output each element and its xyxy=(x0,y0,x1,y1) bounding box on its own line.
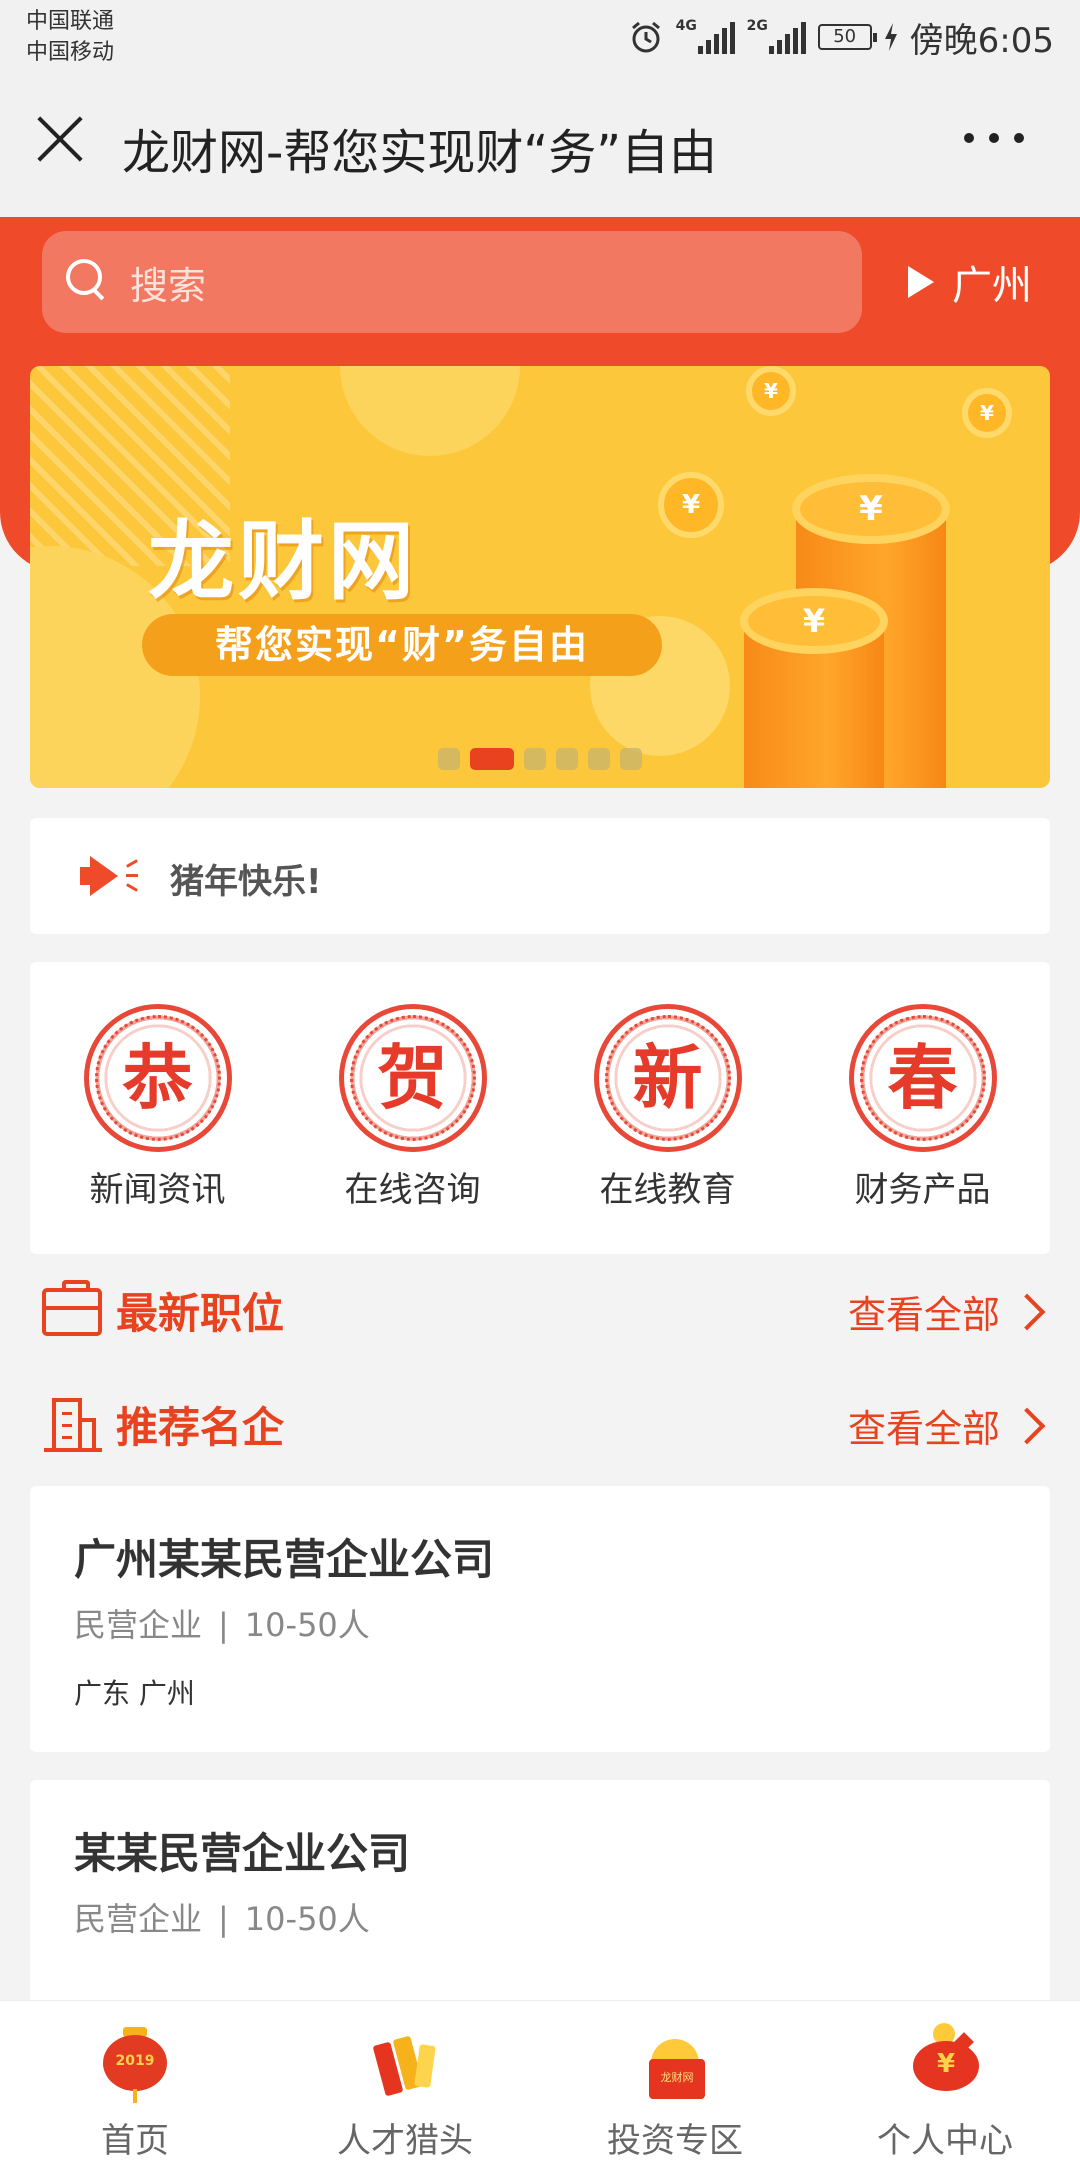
company-size: 10-50人 xyxy=(244,1606,370,1644)
announcement-bar[interactable]: 猪年快乐! xyxy=(30,818,1050,934)
carrier-name: 中国移动 xyxy=(26,40,115,65)
company-card[interactable]: 广州某某民营企业公司 民营企业 | 10-50人 广东 广州 xyxy=(30,1486,1050,1752)
more-button[interactable] xyxy=(964,133,1024,147)
banner-brand: 龙财网 xyxy=(148,512,418,612)
status-icons: 4G 2G 50 傍晚6:05 xyxy=(628,14,1054,61)
tab-profile[interactable]: ¥ 个人中心 xyxy=(810,2001,1080,2160)
charging-icon xyxy=(884,23,897,51)
view-all-companies-link[interactable]: 查看全部 xyxy=(847,1398,1046,1453)
section-header-jobs: 最新职位 查看全部 xyxy=(0,1270,1080,1350)
tab-headhunter[interactable]: 人才猎头 xyxy=(270,2001,540,2160)
carrier-name: 中国联通 xyxy=(26,9,115,34)
gold-gift-icon: 龙财网 xyxy=(635,2023,715,2103)
tab-label: 投资专区 xyxy=(607,2121,743,2160)
section-header-companies: 推荐名企 查看全部 xyxy=(0,1384,1080,1464)
view-all-label: 查看全部 xyxy=(847,1293,1000,1337)
chevron-right-icon xyxy=(1008,1293,1046,1330)
coin-icon: ¥ xyxy=(658,472,724,538)
banner-slogan: 帮您实现“财”务自由 xyxy=(142,614,662,676)
tab-label: 首页 xyxy=(101,2121,169,2160)
megaphone-icon xyxy=(80,856,140,896)
chevron-right-icon xyxy=(1008,1407,1046,1444)
section-title: 推荐名企 xyxy=(116,1403,285,1452)
more-dot xyxy=(989,133,999,143)
close-button[interactable] xyxy=(34,113,86,165)
view-all-label: 查看全部 xyxy=(847,1407,1000,1451)
carousel-dot-active[interactable] xyxy=(470,748,514,770)
tab-home[interactable]: 2019 首页 xyxy=(0,2001,270,2160)
search-input[interactable]: 搜索 xyxy=(42,231,862,333)
meta-separator: | xyxy=(218,1606,229,1644)
company-location: 广东 广州 xyxy=(74,1677,195,1710)
grid-item-products[interactable]: 春 财务产品 xyxy=(795,962,1050,1254)
bottom-tab-bar: 2019 首页 人才猎头 龙财网 投资专区 ¥ 个人中心 xyxy=(0,2000,1080,2160)
firecracker-icon xyxy=(365,2023,445,2103)
carousel-dot[interactable] xyxy=(556,748,578,770)
company-size: 10-50人 xyxy=(244,1900,370,1938)
carousel-dot[interactable] xyxy=(588,748,610,770)
more-dot xyxy=(964,133,974,143)
carrier-info: 中国联通 中国移动 xyxy=(26,6,114,68)
coin-stack-icon: ¥ xyxy=(740,588,888,654)
seal-icon: 贺 xyxy=(338,1004,487,1152)
location-arrow-icon xyxy=(908,266,934,298)
grid-item-education[interactable]: 新 在线教育 xyxy=(540,962,795,1254)
company-name: 某某民营企业公司 xyxy=(74,1829,411,1878)
company-type: 民营企业 xyxy=(74,1900,203,1938)
grid-item-label: 在线咨询 xyxy=(344,1170,481,1210)
feature-grid: 恭 新闻资讯 贺 在线咨询 新 在线教育 春 财务产品 xyxy=(30,962,1050,1254)
title-bar: 龙财网-帮您实现财“务”自由 xyxy=(0,75,1080,217)
battery-icon: 50 xyxy=(817,24,877,50)
tab-label: 个人中心 xyxy=(877,2121,1013,2160)
building-icon xyxy=(44,1398,102,1454)
search-placeholder: 搜索 xyxy=(130,264,207,308)
seal-icon: 春 xyxy=(848,1004,997,1152)
signal-icon: 4G xyxy=(676,18,735,54)
section-title: 最新职位 xyxy=(116,1289,285,1338)
grid-item-label: 在线教育 xyxy=(599,1170,736,1210)
status-bar: 中国联通 中国移动 4G 2G 50 傍晚6:05 xyxy=(0,0,1080,75)
page-title: 龙财网-帮您实现财“务”自由 xyxy=(122,125,718,181)
clock: 傍晚6:05 xyxy=(909,20,1054,61)
grid-item-news[interactable]: 恭 新闻资讯 xyxy=(30,962,285,1254)
company-meta: 民营企业 | 10-50人 xyxy=(74,1894,370,1940)
company-type: 民营企业 xyxy=(74,1606,203,1644)
alarm-icon xyxy=(631,21,660,53)
seal-icon: 恭 xyxy=(83,1004,232,1152)
grid-item-label: 新闻资讯 xyxy=(89,1170,226,1210)
city-selector[interactable]: 广州 xyxy=(908,252,1032,312)
more-dot xyxy=(1014,133,1024,143)
coin-stack-icon: ¥ xyxy=(792,474,950,544)
coin-icon: ¥ xyxy=(746,366,796,416)
briefcase-icon xyxy=(42,1280,102,1336)
lantern-icon: 2019 xyxy=(95,2023,175,2103)
company-meta: 民营企业 | 10-50人 xyxy=(74,1600,370,1646)
coin-icon: ¥ xyxy=(962,388,1012,438)
company-name: 广州某某民营企业公司 xyxy=(74,1535,495,1584)
grid-item-consult[interactable]: 贺 在线咨询 xyxy=(285,962,540,1254)
carousel-indicator xyxy=(438,748,642,770)
tab-label: 人才猎头 xyxy=(337,2121,473,2160)
signal-icon: 2G xyxy=(747,18,806,54)
search-icon xyxy=(66,259,106,299)
view-all-jobs-link[interactable]: 查看全部 xyxy=(847,1284,1046,1339)
tab-investment[interactable]: 龙财网 投资专区 xyxy=(540,2001,810,2160)
grid-item-label: 财务产品 xyxy=(854,1170,991,1210)
announcement-text: 猪年快乐! xyxy=(170,862,322,902)
city-label: 广州 xyxy=(952,263,1032,309)
banner-decoration xyxy=(340,366,520,456)
piggy-bank-icon: ¥ xyxy=(905,2023,985,2103)
carousel-dot[interactable] xyxy=(524,748,546,770)
seal-icon: 新 xyxy=(593,1004,742,1152)
promo-banner[interactable]: 龙财网 帮您实现“财”务自由 ¥ ¥ ¥ ¥ ¥ xyxy=(30,366,1050,788)
carousel-dot[interactable] xyxy=(620,748,642,770)
carousel-dot[interactable] xyxy=(438,748,460,770)
meta-separator: | xyxy=(218,1900,229,1938)
